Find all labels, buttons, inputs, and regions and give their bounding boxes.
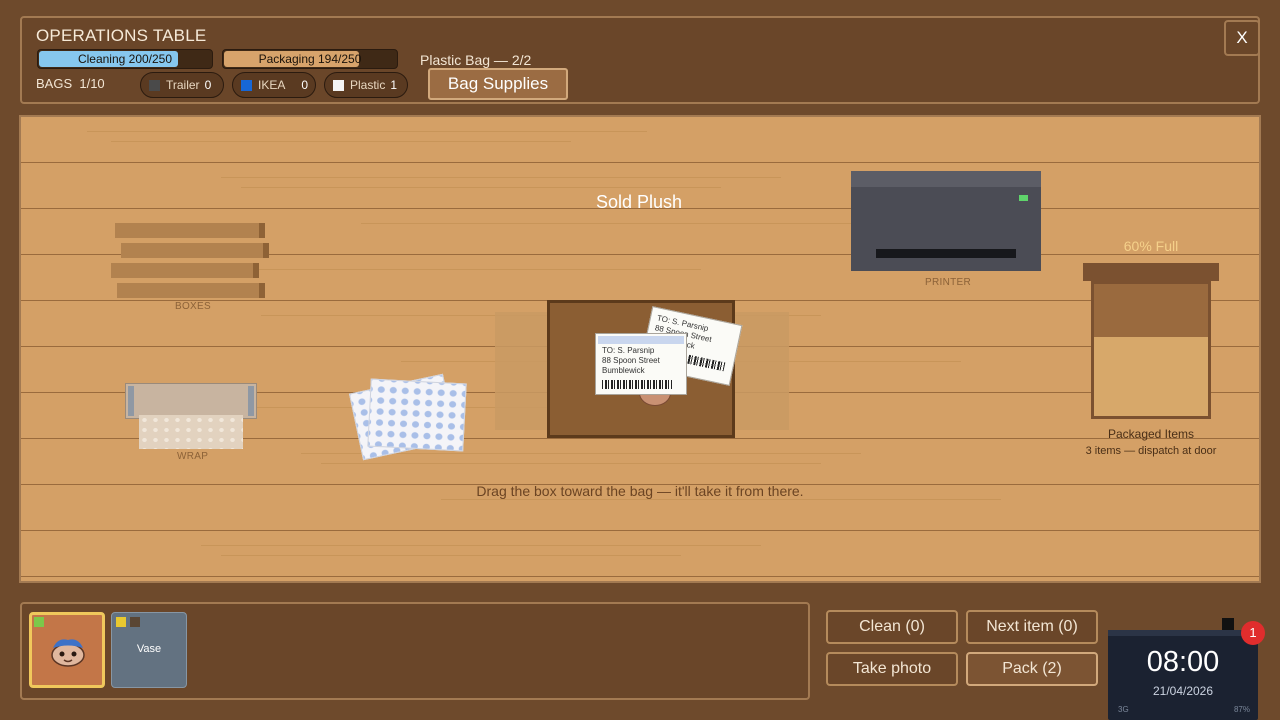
bag-type-plastic[interactable]: Plastic 1 [324,72,408,98]
wood-grain [321,463,821,464]
wood-grain [111,141,571,142]
wood-grain [87,131,647,132]
label-printer[interactable] [851,171,1041,271]
clean-button[interactable]: Clean (0) [826,610,958,644]
bag-supplies-button[interactable]: Bag Supplies [428,68,568,100]
plastic-bag-status: Plastic Bag — 2/2 [420,52,532,68]
sold-item-title: Sold Plush [596,192,683,212]
wrap-roll[interactable] [125,383,257,419]
boxes-stack[interactable] [111,217,271,299]
phone-status-bar [1108,630,1258,636]
inventory-slot-vase[interactable]: Vase [111,612,187,688]
item-tag-icon [130,617,140,627]
packaging-progress-label: Packaging 194/250 [258,52,362,66]
label-town: Bumblewick [602,366,645,375]
printer-slot [876,249,1016,258]
label-street: 88 Spoon Street [602,356,660,365]
plush-face-icon [51,639,85,667]
bin-subtitle: 3 items — dispatch at door [1085,445,1217,457]
next-item-button[interactable]: Next item (0) [966,610,1098,644]
bags-value: 1/10 [79,76,105,91]
bag-type-count: 0 [301,78,309,92]
cleaning-progress-label: Cleaning 200/250 [77,52,173,66]
wood-grain [221,177,781,178]
packaging-progress-bar: Packaging 194/250 [222,49,398,69]
plastic-swatch-icon [333,79,344,91]
bag-type-count: 0 [204,78,212,92]
label-recipient: TO: S. Parsnip [602,346,655,355]
bin-lid [1083,263,1219,281]
bin-fill-percent: 60% Full [1123,238,1179,254]
bag-type-label: Plastic [350,78,386,92]
phone-signal: 3G [1118,705,1129,714]
bubble-wrap-sheet [139,415,243,449]
wrap-label: WRAP [177,451,209,462]
phone-date: 21/04/2026 [1152,684,1214,698]
bubble-sheet[interactable] [367,378,467,452]
flat-box [111,263,259,278]
inventory-item-label: Vase [136,643,162,655]
ikea-swatch-icon [241,79,252,91]
bubble-strip [598,336,684,344]
trailer-swatch-icon [149,79,160,91]
packaged-items-bin[interactable] [1091,281,1211,419]
phone-time: 08:00 [1146,646,1220,678]
bin-title: Packaged Items [1107,427,1195,441]
header-title: OPERATIONS TABLE [36,26,207,45]
shipping-label[interactable]: TO: S. Parsnip 88 Spoon Street Bumblewic… [595,333,687,395]
box-flap-left [495,312,551,430]
bag-type-trailer[interactable]: Trailer 0 [140,72,224,98]
take-photo-button[interactable]: Take photo [826,652,958,686]
instruction-hint: Drag the box toward the bag — it'll take… [476,483,804,499]
bag-type-label: Trailer [166,78,200,92]
bags-label: BAGS [36,76,73,91]
wood-grain [221,555,681,556]
bags-counter: BAGS 1/10 [36,76,105,91]
notification-badge[interactable]: 1 [1241,621,1265,645]
wood-grain [241,187,721,188]
wood-grain [441,499,1001,500]
flat-box [117,283,265,298]
bag-type-count: 1 [390,78,398,92]
bin-fill-level [1094,336,1208,416]
inventory-tray: Vase [20,602,810,700]
boxes-label: BOXES [175,301,211,312]
wood-grain [361,223,861,224]
barcode-icon [602,380,672,389]
phone-battery: 87% [1233,705,1250,714]
cleaning-progress-bar: Cleaning 200/250 [37,49,213,69]
flat-box [115,223,265,238]
close-button[interactable]: X [1224,20,1260,56]
pack-button[interactable]: Pack (2) [966,652,1098,686]
work-table: BOXES WRAP TO: S. Parsnip 88 Spoon Stree… [19,115,1261,583]
wood-grain [201,545,761,546]
item-tag-icon [116,617,126,627]
inventory-slot-plush[interactable] [29,612,105,688]
bag-type-label: IKEA [258,78,286,92]
wrap-roll-end [248,386,254,416]
printer-label: PRINTER [925,277,971,288]
flat-box [121,243,269,258]
operations-header: OPERATIONS TABLE Cleaning 200/250 Packag… [20,16,1260,104]
item-tag-icon [34,617,44,627]
phone-widget[interactable]: 08:00 21/04/2026 3G 87% [1108,630,1258,720]
wrap-roll-end [128,386,134,416]
printer-led-icon [1019,195,1028,201]
bag-type-ikea[interactable]: IKEA 0 [232,72,316,98]
